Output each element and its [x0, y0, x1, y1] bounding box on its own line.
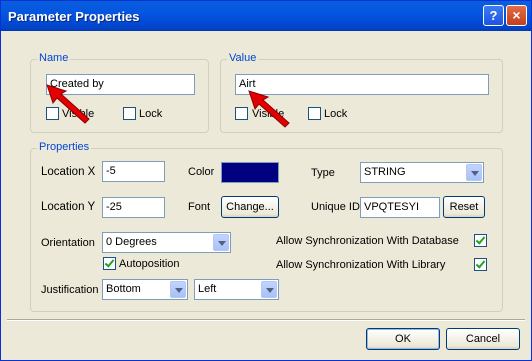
value-lock-label: Lock [324, 108, 348, 120]
window-title: Parameter Properties [8, 9, 140, 24]
value-group-label: Value [227, 52, 259, 64]
location-x-label: Location X [41, 166, 96, 178]
autoposition-checkbox[interactable] [103, 257, 116, 270]
change-font-button[interactable]: Change... [221, 196, 279, 218]
value-lock-checkbox[interactable] [308, 107, 321, 120]
location-y-label: Location Y [41, 201, 96, 213]
name-lock-label: Lock [139, 108, 163, 120]
ok-button[interactable]: OK [366, 328, 440, 350]
justification-horizontal-select[interactable]: Left [194, 279, 279, 300]
red-arrow-icon [248, 90, 290, 128]
help-button[interactable]: ? [483, 5, 504, 26]
name-lock-checkbox[interactable] [123, 107, 136, 120]
sync-database-label: Allow Synchronization With Database [276, 235, 459, 247]
sync-database-checkbox[interactable] [474, 234, 487, 247]
justification-vertical-select[interactable]: Bottom [102, 279, 188, 300]
chevron-down-icon[interactable] [213, 234, 229, 251]
properties-group-label: Properties [37, 141, 92, 153]
title-bar[interactable]: Parameter Properties ? × [1, 1, 531, 31]
justification-vertical-value: Bottom [106, 283, 141, 295]
orientation-select-value: 0 Degrees [106, 236, 157, 248]
sync-library-checkbox[interactable] [474, 258, 487, 271]
cancel-button[interactable]: Cancel [446, 328, 520, 350]
orientation-select[interactable]: 0 Degrees [102, 232, 231, 253]
justification-horizontal-value: Left [198, 283, 217, 295]
color-swatch[interactable] [221, 162, 279, 183]
unique-id-label: Unique ID [311, 201, 360, 213]
name-group-label: Name [37, 52, 71, 64]
sync-library-label: Allow Synchronization With Library [276, 259, 446, 271]
parameter-properties-dialog: Parameter Properties ? × Name Created by… [0, 0, 532, 361]
footer-divider [7, 319, 525, 321]
reset-button[interactable]: Reset [443, 196, 485, 218]
justification-label: Justification [41, 284, 99, 296]
type-select[interactable]: STRING [360, 162, 484, 183]
orientation-label: Orientation [41, 237, 95, 249]
red-arrow-icon [46, 84, 90, 124]
close-button[interactable]: × [506, 5, 527, 26]
font-label: Font [188, 201, 211, 213]
location-y-input[interactable]: -25 [102, 197, 165, 218]
type-label: Type [311, 167, 335, 179]
type-select-value: STRING [364, 166, 406, 178]
color-label: Color [188, 166, 215, 178]
chevron-down-icon[interactable] [466, 164, 482, 181]
location-x-input[interactable]: -5 [102, 161, 165, 182]
chevron-down-icon[interactable] [261, 281, 277, 298]
chevron-down-icon[interactable] [170, 281, 186, 298]
autoposition-label: Autoposition [119, 258, 180, 270]
unique-id-input[interactable]: VPQTESYI [360, 197, 440, 218]
